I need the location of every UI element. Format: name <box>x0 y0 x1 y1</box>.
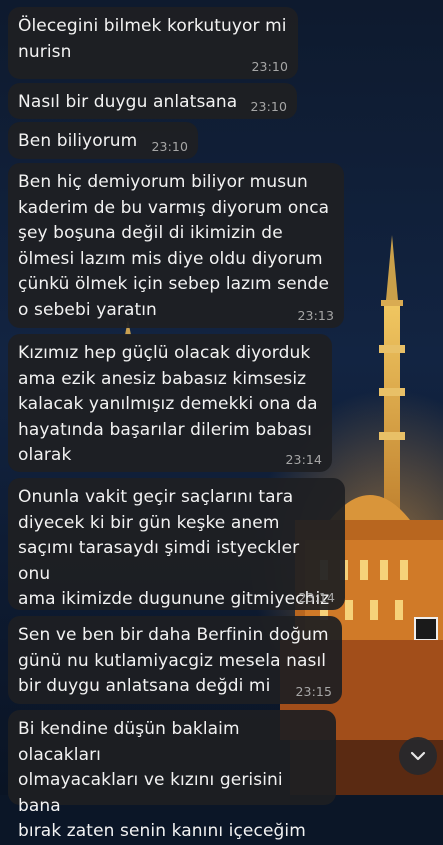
scroll-to-bottom-button[interactable] <box>399 737 437 775</box>
message-time: 23:14 <box>298 590 335 605</box>
message-time: 23:15 <box>295 684 332 699</box>
message-bubble[interactable]: Ölecegini bilmek korkutuyor mi nurisn 23… <box>8 7 298 79</box>
message-bubble[interactable]: Ben hiç demiyorum biliyor musun kaderim … <box>8 163 344 328</box>
message-bubble[interactable]: Sen ve ben bir daha Berfinin doğum günü … <box>8 616 342 704</box>
message-text: Onunla vakit geçir saçlarını tara diyece… <box>18 487 330 609</box>
message-bubble[interactable]: Bi kendine düşün baklaim olacakları olma… <box>8 710 336 841</box>
message-bubble[interactable]: Ben biliyorum 23:10 <box>8 122 198 159</box>
message-time: 23:10 <box>250 99 287 114</box>
message-time: 23:10 <box>151 139 188 154</box>
message-bubble[interactable]: Kızımız hep güçlü olacak diyorduk ama ez… <box>8 334 332 472</box>
message-time: 23:10 <box>251 59 288 74</box>
message-text: Nasıl bir duygu anlatsana <box>18 92 238 112</box>
chat-message-list[interactable]: Ölecegini bilmek korkutuyor mi nurisn 23… <box>0 0 443 841</box>
message-bubble[interactable]: Nasıl bir duygu anlatsana 23:10 <box>8 83 297 119</box>
chevron-down-icon <box>410 751 426 761</box>
message-time: 23:14 <box>285 452 322 467</box>
message-text: Sen ve ben bir daha Berfinin doğum günü … <box>18 625 329 696</box>
message-time: 23:13 <box>297 308 334 323</box>
message-text: Ölecegini bilmek korkutuyor mi nurisn <box>18 16 287 62</box>
message-bubble[interactable]: Onunla vakit geçir saçlarını tara diyece… <box>8 478 345 610</box>
message-text: Bi kendine düşün baklaim olacakları olma… <box>18 719 306 841</box>
message-text: Ben hiç demiyorum biliyor musun kaderim … <box>18 172 330 320</box>
message-text: Kızımız hep güçlü olacak diyorduk ama ez… <box>18 343 318 465</box>
